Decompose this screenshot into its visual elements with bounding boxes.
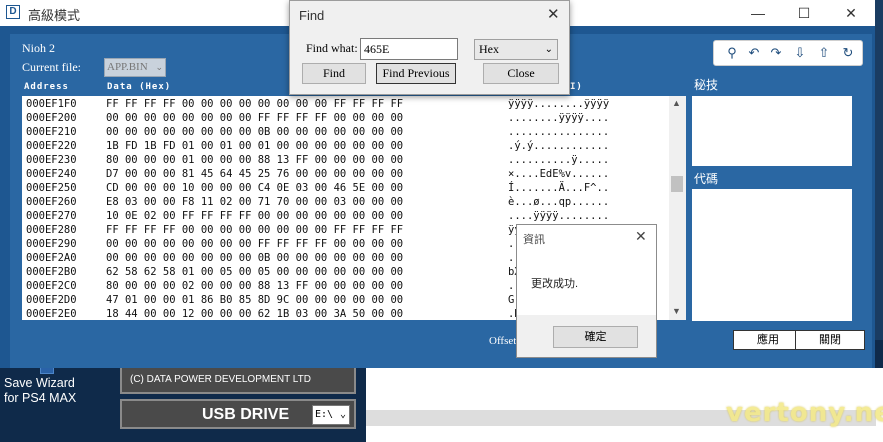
find-previous-button[interactable]: Find Previous (376, 63, 456, 84)
chevron-down-icon: ⌄ (544, 44, 553, 55)
hex-row-hex[interactable]: 00 00 00 00 00 00 00 00 FF FF FF FF 00 0… (106, 238, 403, 250)
hex-row-addr: 000EF260 (26, 196, 77, 208)
find-dialog: Find ✕ Find what: 465E Hex ⌄ Find Find P… (289, 0, 570, 95)
find-dialog-title: Find (299, 8, 325, 23)
find-button[interactable]: Find (302, 63, 366, 84)
hex-row-addr: 000EF2D0 (26, 294, 77, 306)
editor-toolbar: ⚲ ↶ ↷ ⇩ ⇧ ↻ (713, 40, 863, 66)
hex-row-addr: 000EF290 (26, 238, 77, 250)
current-file-label: Current file: (22, 60, 81, 74)
find-what-input[interactable]: 465E (360, 38, 458, 60)
hex-row-addr: 000EF2C0 (26, 280, 77, 292)
find-close-button[interactable]: Close (483, 63, 559, 84)
hex-row-addr: 000EF2E0 (26, 308, 77, 320)
scroll-thumb[interactable] (671, 176, 683, 192)
hex-row-asc[interactable]: ×....EdE%v...... (508, 168, 609, 180)
banner-copyright: (C) DATA POWER DEVELOPMENT LTD (130, 374, 311, 385)
column-header-ascii: I) (570, 82, 583, 92)
offset-label: Offset (489, 335, 517, 347)
hex-row-hex[interactable]: FF FF FF FF 00 00 00 00 00 00 00 00 FF F… (106, 224, 403, 236)
current-file-select[interactable]: APP.BIN ⌄ (104, 58, 166, 77)
scroll-up-icon[interactable]: ▲ (672, 98, 681, 108)
minimize-button[interactable]: — (735, 0, 781, 26)
hex-row-addr: 000EF280 (26, 224, 77, 236)
undo-icon[interactable]: ↶ (744, 43, 764, 63)
hex-row-addr: 000EF1F0 (26, 98, 77, 110)
hex-row-addr: 000EF270 (26, 210, 77, 222)
hex-row-hex[interactable]: 1B FD 1B FD 01 00 01 00 01 00 00 00 00 0… (106, 140, 403, 152)
import-icon[interactable]: ⇩ (790, 43, 810, 63)
app-logo-icon: D (6, 5, 20, 19)
hex-vertical-scrollbar[interactable]: ▲ ▼ (669, 96, 686, 320)
hex-row-addr: 000EF220 (26, 140, 77, 152)
hex-row-asc[interactable]: Í.......Ä...F^.. (508, 182, 609, 194)
code-text-box[interactable] (692, 189, 852, 321)
close-icon[interactable]: ✕ (547, 5, 560, 23)
hex-row-addr: 000EF2B0 (26, 266, 77, 278)
hex-row-addr: 000EF2A0 (26, 252, 77, 264)
usb-drive-value: E:\ (315, 409, 334, 420)
apply-button[interactable]: 應用 (733, 330, 803, 350)
column-header-data: Data (Hex) (107, 82, 172, 92)
hex-row-asc[interactable]: ....ÿÿÿÿ........ (508, 210, 609, 222)
find-mode-value: Hex (479, 42, 499, 56)
chevron-down-icon: ⌄ (339, 409, 346, 420)
desktop-shortcut-label[interactable]: Save Wizard for PS4 MAX (4, 376, 76, 406)
current-file-value: APP.BIN (107, 61, 148, 73)
hex-row-addr: 000EF240 (26, 168, 77, 180)
find-mode-select[interactable]: Hex ⌄ (474, 39, 558, 60)
hex-row-hex[interactable]: 80 00 00 00 01 00 00 00 88 13 FF 00 00 0… (106, 154, 403, 166)
hex-row-hex[interactable]: 00 00 00 00 00 00 00 00 0B 00 00 00 00 0… (106, 126, 403, 138)
hex-row-asc[interactable]: ÿÿÿÿ........ÿÿÿÿ (508, 98, 609, 110)
hex-row-asc[interactable]: è...ø...qp...... (508, 196, 609, 208)
hex-row-asc[interactable]: .ý.ý............ (508, 140, 609, 152)
scroll-down-icon[interactable]: ▼ (672, 306, 681, 316)
game-title: Nioh 2 (22, 41, 55, 55)
export-icon[interactable]: ⇧ (814, 43, 834, 63)
refresh-icon[interactable]: ↻ (838, 43, 858, 63)
window-title: 高級模式 (28, 8, 81, 23)
close-editor-button[interactable]: 關閉 (795, 330, 865, 350)
info-message: 更改成功. (531, 278, 579, 290)
hex-row-hex[interactable]: D7 00 00 00 81 45 64 45 25 76 00 00 00 0… (106, 168, 403, 180)
hex-row-asc[interactable]: ................ (508, 126, 609, 138)
usb-drive-select[interactable]: E:\ ⌄ (312, 405, 350, 425)
close-button[interactable]: ✕ (828, 0, 874, 26)
search-icon[interactable]: ⚲ (722, 43, 742, 63)
hex-row-hex[interactable]: 10 0E 02 00 FF FF FF FF 00 00 00 00 00 0… (106, 210, 403, 222)
chevron-down-icon: ⌄ (155, 62, 163, 72)
hex-row-asc[interactable]: ........ÿÿÿÿ.... (508, 112, 609, 124)
info-dialog-title: 資訊 (523, 234, 545, 246)
hex-row-addr: 000EF230 (26, 154, 77, 166)
info-dialog: 資訊 ✕ 更改成功. 確定 (516, 224, 657, 358)
hex-row-hex[interactable]: 47 01 00 00 01 86 B0 85 8D 9C 00 00 00 0… (106, 294, 403, 306)
hex-row-hex[interactable]: 18 44 00 00 12 00 00 00 62 1B 03 00 3A 5… (106, 308, 403, 320)
maximize-button[interactable]: ☐ (781, 0, 827, 26)
hex-row-hex[interactable]: FF FF FF FF 00 00 00 00 00 00 00 00 FF F… (106, 98, 403, 110)
column-header-address: Address (24, 82, 69, 92)
hex-row-hex[interactable]: 00 00 00 00 00 00 00 00 0B 00 00 00 00 0… (106, 252, 403, 264)
hex-row-addr: 000EF250 (26, 182, 77, 194)
cheat-label: 秘技 (694, 78, 719, 92)
cheat-list-box[interactable] (692, 96, 852, 166)
hex-row-addr: 000EF210 (26, 126, 77, 138)
hex-row-hex[interactable]: 00 00 00 00 00 00 00 00 FF FF FF FF 00 0… (106, 112, 403, 124)
redo-icon[interactable]: ↷ (766, 43, 786, 63)
hex-row-hex[interactable]: 62 58 62 58 01 00 05 00 05 00 00 00 00 0… (106, 266, 403, 278)
hex-row-hex[interactable]: CD 00 00 00 10 00 00 00 C4 0E 03 00 46 5… (106, 182, 403, 194)
desktop-label-line1: Save Wizard (4, 376, 75, 390)
find-what-label: Find what: (306, 41, 358, 55)
ok-button[interactable]: 確定 (553, 326, 638, 348)
hex-row-addr: 000EF200 (26, 112, 77, 124)
code-label: 代碼 (694, 172, 719, 186)
hex-row-hex[interactable]: E8 03 00 00 F8 11 02 00 71 70 00 00 03 0… (106, 196, 403, 208)
close-icon[interactable]: ✕ (635, 228, 647, 245)
desktop-label-line2: for PS4 MAX (4, 391, 77, 405)
usb-drive-box: USB DRIVE E:\ ⌄ (120, 399, 356, 429)
watermark: vertony.net (726, 398, 883, 428)
usb-drive-label: USB DRIVE (202, 406, 290, 423)
hex-row-asc[interactable]: ..........ÿ..... (508, 154, 609, 166)
hex-row-hex[interactable]: 80 00 00 00 02 00 00 00 88 13 FF 00 00 0… (106, 280, 403, 292)
